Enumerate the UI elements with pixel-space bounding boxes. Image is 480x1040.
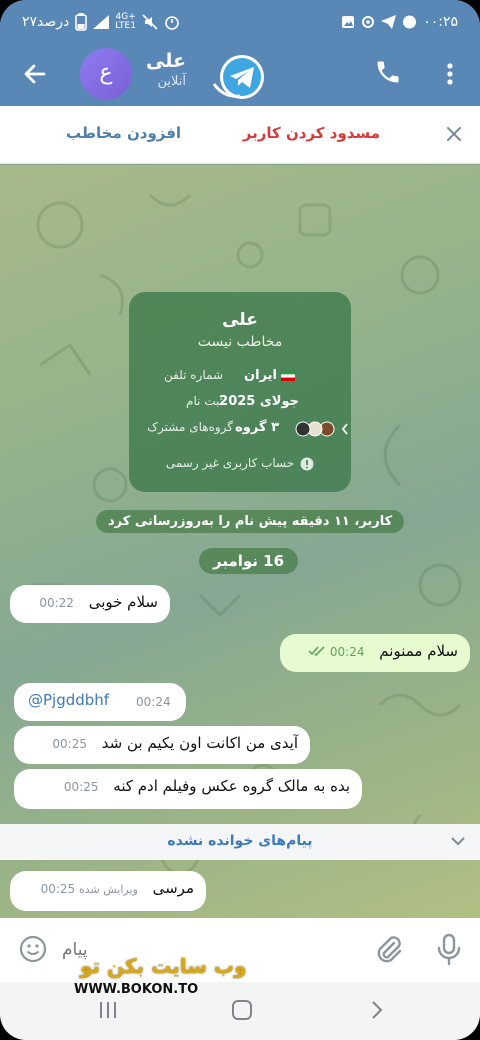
message-mention-link[interactable]: @Pjgddbhf xyxy=(28,691,109,709)
alarm-icon xyxy=(165,16,179,30)
chat-area[interactable]: علی مخاطب نیست شماره تلفن ایران ثبت نام … xyxy=(0,165,480,918)
watermark-text: وب سایت بکن تو xyxy=(80,954,247,978)
message-time: 00:24 xyxy=(136,695,171,709)
group-avatars xyxy=(283,421,335,437)
unread-messages-bar[interactable]: پیام‌های خوانده نشده xyxy=(0,824,480,860)
chat-header: ع علی آنلاین xyxy=(0,44,480,106)
name-update-notice: کاربر، ۱۱ دقیقه پیش نام را به‌روزرسانی ک… xyxy=(96,510,405,533)
recents-icon xyxy=(100,1002,116,1018)
system-nav-bar xyxy=(0,982,480,1040)
chevron-down-icon[interactable] xyxy=(448,824,468,860)
microphone-icon xyxy=(437,933,461,966)
message-time-value: 00:25 xyxy=(40,882,76,896)
groups-label: گروه‌های مشترک xyxy=(147,420,233,434)
close-action-bar-button[interactable] xyxy=(440,120,468,148)
message-bubble[interactable]: سلام خوبی 00:22 xyxy=(10,585,170,623)
status-bar: ۲۷درصد 4G+ LTE1 ۰۰:۲۵ xyxy=(0,0,480,44)
recents-button[interactable] xyxy=(96,998,120,1022)
message-bubble[interactable]: 00:24 @Pjgddbhf xyxy=(14,683,186,721)
status-right: ۰۰:۲۵ xyxy=(341,14,458,30)
sync-icon xyxy=(362,16,375,28)
contact-action-bar: مسدود کردن کاربر افزودن مخاطب xyxy=(0,106,480,164)
phone-label: شماره تلفن xyxy=(163,368,223,382)
message-time: 00:24 xyxy=(308,645,365,659)
microphone-button[interactable] xyxy=(434,932,466,968)
date-separator: 16 نوامبر xyxy=(199,548,299,574)
home-button[interactable] xyxy=(230,998,254,1022)
chat-notify-icon xyxy=(403,15,417,29)
battery-icon xyxy=(75,13,88,31)
battery-text: ۲۷درصد xyxy=(22,14,70,30)
info-row-phone: شماره تلفن ایران xyxy=(143,368,339,388)
info-card-subtitle: مخاطب نیست xyxy=(197,334,283,350)
status-left: ۲۷درصد 4G+ LTE1 xyxy=(22,13,180,31)
system-back-button[interactable] xyxy=(364,998,388,1022)
contact-info-card: علی مخاطب نیست شماره تلفن ایران ثبت نام … xyxy=(129,292,351,492)
message-time: ویرایش شده 00:25 xyxy=(41,882,138,896)
message-time: 00:25 xyxy=(52,737,87,751)
message-bubble[interactable]: آیدی من اکانت اون یکیم بن شد 00:25 xyxy=(14,726,310,764)
groups-value: ۳ گروه xyxy=(235,420,279,435)
gallery-icon xyxy=(342,16,355,28)
info-row-registered: ثبت نام جولای 2025 xyxy=(143,394,339,414)
screen: ۲۷درصد 4G+ LTE1 ۰۰:۲۵ ع علی آنلاین مسدود… xyxy=(0,0,480,1040)
attach-button[interactable] xyxy=(372,932,408,968)
arrow-left-icon xyxy=(24,64,46,84)
info-icon xyxy=(300,457,314,470)
mute-icon xyxy=(142,14,158,30)
avatar[interactable]: ع xyxy=(80,48,132,100)
menu-button[interactable] xyxy=(436,58,464,90)
block-user-button[interactable]: مسدود کردن کاربر xyxy=(243,124,380,142)
message-edited-label: ویرایش شده xyxy=(78,883,138,896)
home-icon xyxy=(232,1000,252,1020)
phone-icon xyxy=(377,61,399,83)
chevron-left-icon xyxy=(341,423,348,435)
more-vertical-icon xyxy=(447,63,453,85)
message-text: آیدی من اکانت اون یکیم بن شد xyxy=(101,734,298,752)
double-check-icon xyxy=(308,646,325,657)
message-bubble[interactable]: بده به مالک گروه عکس وفیلم ادم کنه 00:25 xyxy=(14,769,362,809)
message-time: 00:25 xyxy=(63,780,99,794)
telegram-notify-icon xyxy=(381,15,397,29)
emoji-icon xyxy=(19,935,47,963)
info-card-footer-text: حساب کاربری غیر رسمی xyxy=(165,456,295,470)
message-text: سلام خوبی xyxy=(88,593,158,611)
iran-flag-icon xyxy=(281,371,295,381)
emoji-button[interactable] xyxy=(18,934,50,966)
message-time: 00:22 xyxy=(39,596,74,610)
signal-icon xyxy=(93,15,110,29)
info-card-footer: حساب کاربری غیر رسمی xyxy=(149,456,331,471)
chevron-right-icon xyxy=(372,1001,383,1019)
add-contact-button[interactable]: افزودن مخاطب xyxy=(66,124,181,142)
group-avatar-icon xyxy=(295,421,335,437)
message-text: مرسی xyxy=(152,879,194,897)
registered-label: ثبت نام xyxy=(186,394,223,408)
message-time-value: 00:24 xyxy=(329,645,365,659)
message-bubble[interactable]: مرسی ویرایش شده 00:25 xyxy=(10,871,206,911)
message-text: سلام ممنونم xyxy=(379,642,458,660)
unread-label: پیام‌های خوانده نشده xyxy=(167,833,313,849)
message-text: بده به مالک گروه عکس وفیلم ادم کنه xyxy=(113,777,350,795)
network-bottom: LTE1 xyxy=(115,21,136,31)
telegram-logo-icon xyxy=(210,54,270,100)
back-button[interactable] xyxy=(18,57,52,91)
contact-title[interactable]: علی آنلاین xyxy=(146,50,186,89)
network-label: 4G+ LTE1 xyxy=(115,13,136,31)
info-card-name: علی xyxy=(222,310,258,330)
watermark-url: WWW.BOKON.TO xyxy=(74,982,199,997)
message-bubble-outgoing[interactable]: سلام ممنونم 00:24 xyxy=(280,634,470,672)
call-button[interactable] xyxy=(374,58,406,90)
contact-status: آنلاین xyxy=(157,74,186,89)
clock-text: ۰۰:۲۵ xyxy=(423,14,458,30)
contact-name: علی xyxy=(146,50,186,72)
paperclip-icon xyxy=(377,936,402,963)
phone-value: ایران xyxy=(244,368,277,383)
registered-value: جولای 2025 xyxy=(219,394,299,409)
close-icon xyxy=(447,127,461,141)
info-row-groups[interactable]: گروه‌های مشترک ۳ گروه xyxy=(143,420,348,440)
